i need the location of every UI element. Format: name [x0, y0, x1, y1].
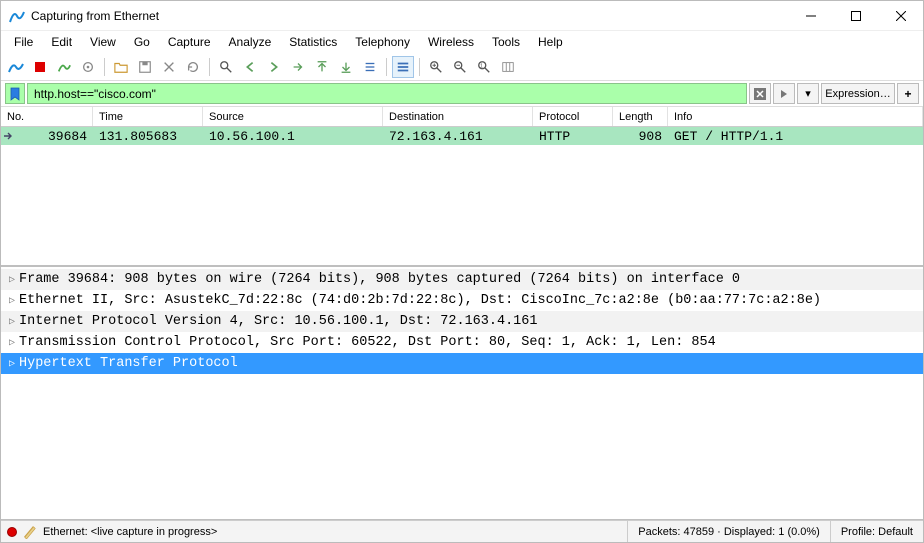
resize-columns-button[interactable]: [497, 56, 519, 78]
minimize-button[interactable]: [788, 1, 833, 30]
zoom-out-button[interactable]: [449, 56, 471, 78]
expression-label: Expression…: [825, 88, 890, 100]
cell-protocol: HTTP: [533, 129, 613, 144]
column-destination[interactable]: Destination: [383, 107, 533, 126]
display-filter-input[interactable]: [27, 83, 747, 104]
column-time[interactable]: Time: [93, 107, 203, 126]
detail-ip[interactable]: ▷ Internet Protocol Version 4, Src: 10.5…: [1, 311, 923, 332]
expert-info-icon[interactable]: [23, 525, 37, 539]
packet-row[interactable]: 39684 131.805683 10.56.100.1 72.163.4.16…: [1, 127, 923, 145]
clear-filter-button[interactable]: [749, 83, 771, 104]
maximize-button[interactable]: [833, 1, 878, 30]
add-filter-button[interactable]: +: [897, 83, 919, 104]
colorize-button[interactable]: [392, 56, 414, 78]
status-left: Ethernet: <live capture in progress>: [1, 525, 627, 539]
svg-text:1: 1: [480, 63, 483, 69]
column-source[interactable]: Source: [203, 107, 383, 126]
go-back-button[interactable]: [239, 56, 261, 78]
chevron-right-icon: ▷: [5, 274, 19, 286]
detail-text: Transmission Control Protocol, Src Port:…: [19, 335, 716, 350]
detail-text: Internet Protocol Version 4, Src: 10.56.…: [19, 314, 537, 329]
cell-info: GET / HTTP/1.1: [668, 129, 923, 144]
chevron-right-icon: ▷: [5, 295, 19, 307]
expression-button[interactable]: Expression…: [821, 83, 895, 104]
toolbar-separator: [209, 58, 210, 76]
go-to-packet-button[interactable]: [287, 56, 309, 78]
wireshark-icon: [9, 8, 25, 24]
stop-capture-button[interactable]: [29, 56, 51, 78]
menu-capture[interactable]: Capture: [159, 33, 220, 51]
menu-wireless[interactable]: Wireless: [419, 33, 483, 51]
capture-options-button[interactable]: [77, 56, 99, 78]
chevron-right-icon: ▷: [5, 337, 19, 349]
menubar: File Edit View Go Capture Analyze Statis…: [1, 31, 923, 53]
recording-icon: [7, 527, 17, 537]
column-no[interactable]: No.: [1, 107, 93, 126]
column-protocol[interactable]: Protocol: [533, 107, 613, 126]
menu-help[interactable]: Help: [529, 33, 572, 51]
cell-length: 908: [613, 129, 668, 144]
status-profile[interactable]: Profile: Default: [830, 521, 923, 542]
save-file-button[interactable]: [134, 56, 156, 78]
packet-list-header: No. Time Source Destination Protocol Len…: [1, 107, 923, 127]
detail-text: Ethernet II, Src: AsustekC_7d:22:8c (74:…: [19, 293, 821, 308]
chevron-right-icon: ▷: [5, 316, 19, 328]
detail-ethernet[interactable]: ▷ Ethernet II, Src: AsustekC_7d:22:8c (7…: [1, 290, 923, 311]
status-packets: Packets: 47859 · Displayed: 1 (0.0%): [627, 521, 830, 542]
zoom-reset-button[interactable]: 1: [473, 56, 495, 78]
bookmark-filter-icon[interactable]: [5, 83, 25, 104]
menu-tools[interactable]: Tools: [483, 33, 529, 51]
menu-telephony[interactable]: Telephony: [346, 33, 419, 51]
restart-capture-button[interactable]: [53, 56, 75, 78]
status-interface: Ethernet: <live capture in progress>: [43, 526, 217, 538]
detail-tcp[interactable]: ▷ Transmission Control Protocol, Src Por…: [1, 332, 923, 353]
detail-frame[interactable]: ▷ Frame 39684: 908 bytes on wire (7264 b…: [1, 269, 923, 290]
titlebar: Capturing from Ethernet: [1, 1, 923, 31]
statusbar: Ethernet: <live capture in progress> Pac…: [1, 520, 923, 542]
menu-statistics[interactable]: Statistics: [280, 33, 346, 51]
apply-filter-button[interactable]: [773, 83, 795, 104]
menu-edit[interactable]: Edit: [42, 33, 81, 51]
packet-list-pane: No. Time Source Destination Protocol Len…: [1, 107, 923, 267]
detail-text: Hypertext Transfer Protocol: [19, 356, 238, 371]
start-capture-button[interactable]: [5, 56, 27, 78]
chevron-right-icon: ▷: [5, 358, 19, 370]
filter-bar: ▾ Expression… +: [1, 81, 923, 107]
packet-details-pane[interactable]: ▷ Frame 39684: 908 bytes on wire (7264 b…: [1, 267, 923, 520]
toolbar-separator: [386, 58, 387, 76]
find-packet-button[interactable]: [215, 56, 237, 78]
close-file-button[interactable]: [158, 56, 180, 78]
plus-label: +: [904, 87, 911, 101]
menu-view[interactable]: View: [81, 33, 125, 51]
cell-destination: 72.163.4.161: [383, 129, 533, 144]
toolbar-separator: [104, 58, 105, 76]
cell-no: 39684: [15, 129, 93, 144]
detail-http[interactable]: ▷ Hypertext Transfer Protocol: [1, 353, 923, 374]
go-forward-button[interactable]: [263, 56, 285, 78]
reload-button[interactable]: [182, 56, 204, 78]
open-file-button[interactable]: [110, 56, 132, 78]
detail-text: Frame 39684: 908 bytes on wire (7264 bit…: [19, 272, 740, 287]
column-info[interactable]: Info: [668, 107, 923, 126]
auto-scroll-button[interactable]: [359, 56, 381, 78]
toolbar-separator: [419, 58, 420, 76]
window-title: Capturing from Ethernet: [31, 9, 788, 23]
packet-list-body[interactable]: 39684 131.805683 10.56.100.1 72.163.4.16…: [1, 127, 923, 265]
column-length[interactable]: Length: [613, 107, 668, 126]
zoom-in-button[interactable]: [425, 56, 447, 78]
menu-go[interactable]: Go: [125, 33, 159, 51]
stop-icon: [35, 62, 45, 72]
packet-direction-icon: [1, 130, 15, 142]
close-button[interactable]: [878, 1, 923, 30]
window-controls: [788, 1, 923, 30]
go-last-button[interactable]: [335, 56, 357, 78]
go-first-button[interactable]: [311, 56, 333, 78]
filter-history-button[interactable]: ▾: [797, 83, 819, 104]
cell-time: 131.805683: [93, 129, 203, 144]
menu-analyze[interactable]: Analyze: [220, 33, 281, 51]
menu-file[interactable]: File: [5, 33, 42, 51]
cell-source: 10.56.100.1: [203, 129, 383, 144]
toolbar: 1: [1, 53, 923, 81]
